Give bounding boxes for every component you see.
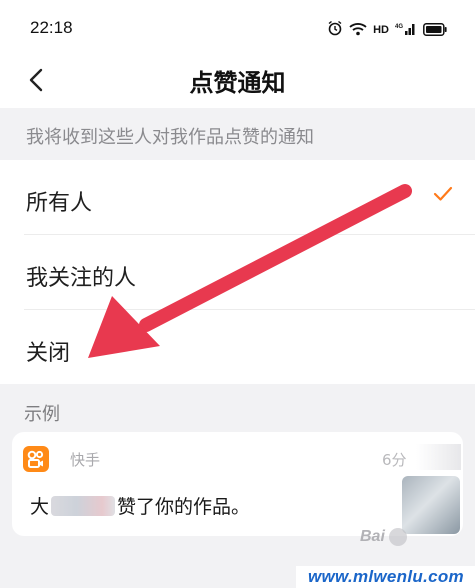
option-label: 所有人	[26, 191, 93, 216]
paw-logo-icon	[388, 528, 407, 546]
notification-message: 大 赞了你的作品。	[30, 492, 250, 519]
svg-text:4G: 4G	[395, 24, 403, 30]
baidu-watermark: Bai	[360, 528, 407, 546]
cellular-signal-icon: 4G	[395, 21, 417, 40]
kuaishou-app-icon	[23, 446, 49, 472]
example-label: 示例	[24, 404, 60, 425]
option-following[interactable]: 我关注的人	[0, 235, 475, 310]
battery-icon	[423, 21, 447, 40]
option-everyone[interactable]: 所有人	[0, 160, 475, 235]
notification-preview-card: 快手 6分 大 赞了你的作品。	[12, 432, 463, 536]
option-label: 关闭	[26, 341, 71, 366]
hd-indicator: HD	[373, 24, 389, 36]
option-off[interactable]: 关闭	[0, 310, 475, 385]
alarm-icon	[327, 20, 343, 40]
wifi-icon	[349, 21, 367, 40]
status-bar: 22:18 HD 4G	[0, 0, 475, 56]
message-prefix: 大	[30, 496, 50, 518]
page-title: 点赞通知	[189, 69, 286, 97]
blurred-username	[51, 496, 116, 516]
message-suffix: 赞了你的作品。	[117, 496, 251, 518]
notification-time: 6分	[382, 451, 407, 469]
site-watermark: www.mlwenlu.com	[296, 566, 475, 588]
title-bar: 点赞通知	[0, 56, 475, 108]
section-description: 我将收到这些人对我作品点赞的通知	[0, 108, 475, 160]
notification-options-list: 所有人 我关注的人 关闭	[0, 160, 475, 384]
app-name: 快手	[70, 451, 101, 469]
blurred-region	[416, 444, 461, 470]
status-time: 22:18	[30, 18, 73, 37]
watermark-text: Bai	[360, 528, 385, 545]
status-icons: HD 4G	[327, 20, 447, 40]
site-url: www.mlwenlu.com	[308, 567, 464, 586]
work-thumbnail	[402, 476, 460, 534]
section-description-text: 我将收到这些人对我作品点赞的通知	[26, 127, 314, 148]
checkmark-icon	[433, 186, 453, 206]
option-label: 我关注的人	[26, 266, 137, 291]
